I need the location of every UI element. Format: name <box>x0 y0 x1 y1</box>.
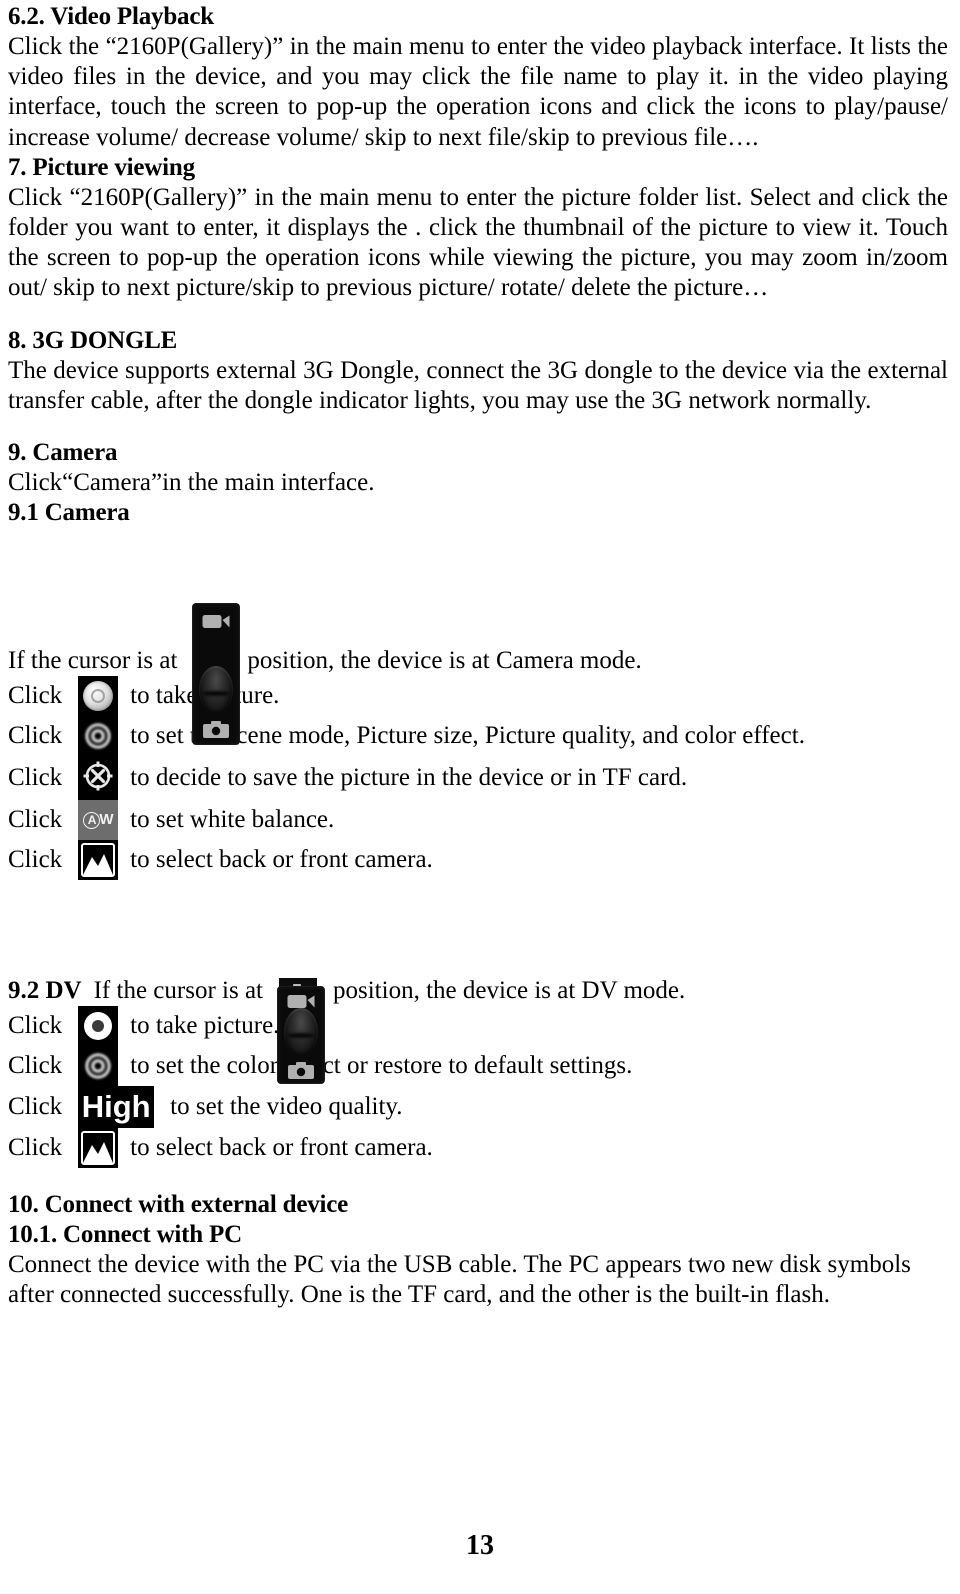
camera-widget-spacer <box>8 528 948 646</box>
paragraph-video-playback: Click the “2160P(Gallery)” in the main m… <box>8 33 948 151</box>
high-quality-badge[interactable]: High <box>78 1086 155 1129</box>
mode-cursor-knob[interactable] <box>199 666 233 714</box>
dv-widget-spacer <box>8 880 948 976</box>
dv-cursor-line: 9.2 DV If the cursor is at position, the… <box>8 976 948 1006</box>
camera-mode-switch-widget[interactable] <box>192 603 240 745</box>
heading-camera-mode: 9.1 Camera <box>8 499 130 527</box>
document-page: 6.2. Video Playback Click the “2160P(Gal… <box>0 0 960 1594</box>
aw-glyph: AW <box>78 800 118 840</box>
click-label: Click <box>8 846 63 874</box>
icon-description: to decide to save the picture in the dev… <box>130 764 688 792</box>
heading-connect-pc: 10.1. Connect with PC <box>8 1221 242 1249</box>
click-label: Click <box>8 682 63 710</box>
camera-icon-row: Click to take picture. <box>8 676 948 717</box>
dv-icon-row: Click High to set the video quality. <box>8 1086 948 1129</box>
shutter-disc <box>83 681 114 712</box>
click-label: Click <box>8 1134 63 1162</box>
paragraph-picture-viewing: Click “2160P(Gallery)” in the main menu … <box>8 183 948 302</box>
paragraph-connect-pc: Connect the device with the PC via the U… <box>8 1251 911 1309</box>
icon-description: to take picture. <box>130 1012 280 1040</box>
record-icon[interactable] <box>78 1006 119 1047</box>
photo-camera-icon <box>288 1062 314 1079</box>
heading-video-playback: 6.2. Video Playback <box>8 3 214 30</box>
heading-picture-viewing: 7. Picture viewing <box>8 153 195 181</box>
dv-icon-row: Click to set the color effect or restore… <box>8 1046 948 1087</box>
icon-description: to select back or front camera. <box>130 1134 433 1162</box>
page-number: 13 <box>466 1530 494 1561</box>
heading-connect-external: 10. Connect with external device <box>8 1191 349 1219</box>
camera-icon-row: Click AW to set white balance. <box>8 800 948 841</box>
color-effect-ring <box>85 1053 112 1080</box>
click-label: Click <box>8 1012 63 1040</box>
video-camera-icon <box>202 615 230 628</box>
paragraph-3g-dongle: The device supports external 3G Dongle, … <box>8 356 948 414</box>
landscape-frame <box>81 843 116 878</box>
page-content: 6.2. Video Playback Click the “2160P(Gal… <box>8 2 948 1311</box>
camera-cursor-text-before: If the cursor is at <box>8 647 178 675</box>
camera-icon-row: Click to select back or front camera. <box>8 840 948 881</box>
landscape-icon[interactable] <box>78 840 119 881</box>
record-dot <box>84 1012 113 1041</box>
mode-cursor-knob[interactable] <box>284 1008 318 1056</box>
settings-ring <box>85 723 112 750</box>
dv-cursor-text-before: If the cursor is at <box>93 977 263 1005</box>
camera-cursor-line: If the cursor is at position, the device… <box>8 646 948 676</box>
landscape-frame <box>81 1131 116 1166</box>
click-label: Click <box>8 722 63 750</box>
auto-white-balance-icon[interactable]: AW <box>78 800 119 841</box>
icon-description: to set the color effect or restore to de… <box>130 1052 633 1080</box>
shutter-icon[interactable] <box>78 676 119 717</box>
paragraph-camera: Click“Camera”in the main interface. <box>8 469 375 497</box>
icon-description: to set white balance. <box>130 806 335 834</box>
camera-icon-row: Click to set the scene mode, Picture siz… <box>8 716 948 757</box>
click-label: Click <box>8 806 63 834</box>
heading-3g-dongle: 8. 3G DONGLE <box>8 326 178 354</box>
storage-crosshair-icon[interactable] <box>78 756 119 801</box>
dv-icon-row: Click to take picture. <box>8 1006 948 1047</box>
landscape-icon[interactable] <box>78 1128 119 1169</box>
icon-description: to set the video quality. <box>170 1093 403 1121</box>
dv-icon-row: Click to select back or front camera. <box>8 1128 948 1169</box>
settings-ring-icon[interactable] <box>78 716 119 757</box>
camera-cursor-text-after: position, the device is at Camera mode. <box>247 647 642 675</box>
camera-icon-row: Click to decide to save the picture in t… <box>8 756 948 801</box>
aw-letter-a: A <box>83 811 101 829</box>
aw-letter-w: W <box>99 811 113 829</box>
click-label: Click <box>8 1052 63 1080</box>
dv-cursor-text-after: position, the device is at DV mode. <box>333 977 686 1005</box>
click-label: Click <box>8 764 63 792</box>
click-label: Click <box>8 1093 63 1121</box>
color-effect-ring-icon[interactable] <box>78 1046 119 1087</box>
heading-camera: 9. Camera <box>8 439 118 467</box>
photo-camera-icon <box>203 721 229 738</box>
icon-description: to select back or front camera. <box>130 846 433 874</box>
dv-mode-switch-widget[interactable] <box>277 986 325 1084</box>
heading-dv-mode: 9.2 DV <box>8 977 82 1005</box>
